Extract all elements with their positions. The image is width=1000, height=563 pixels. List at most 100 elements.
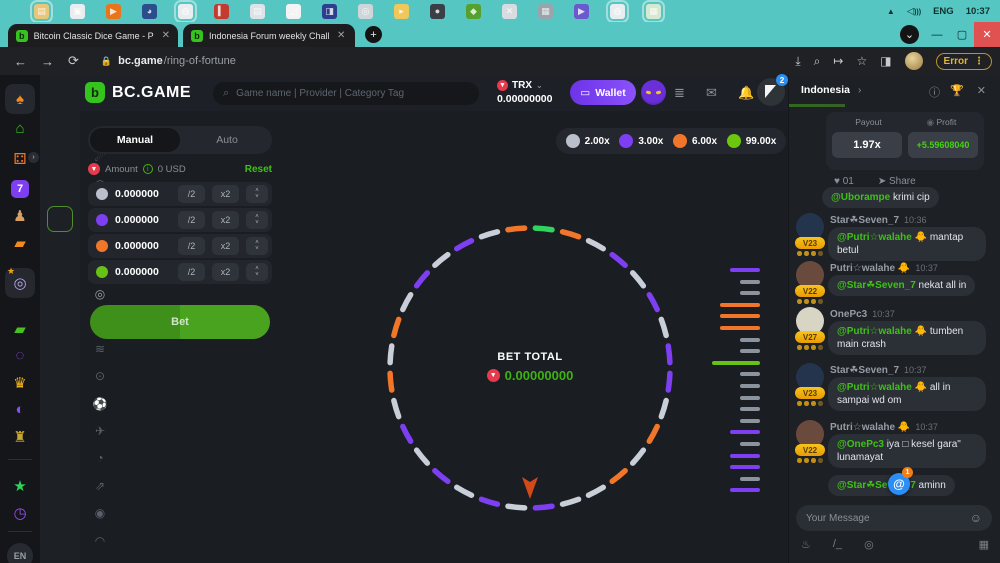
zoom-icon[interactable]: ⌕ [814,54,821,69]
chat-message-bubble[interactable]: @Star☘Seven_7 nekat all in [828,275,975,296]
mention-link[interactable]: @Star☘Seven_7 [837,280,916,291]
side-panel-icon[interactable]: ◨ [880,54,891,68]
timer-game-icon[interactable]: ◔ [80,451,120,465]
chat-info-icon[interactable]: ⓘ [929,84,940,100]
mail-icon[interactable]: ✉ [706,85,717,101]
browser-tab-1[interactable]: b Bitcoin Classic Dice Game - Play | ✕ [8,24,178,47]
user-avatar[interactable] [641,80,666,105]
game-search-input[interactable]: ⌕ Game name | Provider | Category Tag [213,82,479,105]
wallet-button[interactable]: ▭ Wallet [570,80,636,105]
tab-auto[interactable]: Auto [182,126,272,154]
coin-flip-icon[interactable]: ◎ [864,538,874,551]
double-bet-button[interactable]: x2 [212,211,239,229]
url-field[interactable]: 🔒 bc.game/ring-of-fortune [101,55,236,67]
tab-search-chevron-button[interactable]: ⌄ [900,25,919,44]
multiplier-chip-2.00x[interactable]: 2.00x [566,134,610,148]
paint-app-icon[interactable]: ◿ [286,4,301,19]
chat-close-icon[interactable]: ✕ [977,84,986,97]
amount-stepper[interactable]: ˄˅ [246,263,268,281]
amount-stepper[interactable]: ˄˅ [246,211,268,229]
tab-manual[interactable]: Manual [90,128,180,152]
half-bet-button[interactable]: /2 [178,211,205,229]
taskbar-clock[interactable]: 10:37 [966,6,990,17]
taskbar-language[interactable]: ENG [933,6,954,17]
chat-username[interactable]: Star☘Seven_710:36 [830,215,927,226]
utility-app-icon[interactable]: ▦ [538,4,553,19]
chat-message-bubble[interactable]: @Putri☆walahe 🐥 tumben main crash [828,321,986,355]
tip-icon[interactable]: ♨ [801,538,811,551]
double-bet-button[interactable]: x2 [212,185,239,203]
coins-game-icon[interactable]: ≋ [80,342,120,356]
chat-username[interactable]: Putri☆walahe 🐥10:37 [830,422,938,433]
mention-link[interactable]: @Putri☆walahe 🐥 [837,326,927,337]
mention-link[interactable]: @Putri☆walahe 🐥 [837,382,927,393]
chat-message-bubble[interactable]: @Putri☆walahe 🐥 mantap betul [828,227,986,261]
mention-link[interactable]: @Putri☆walahe 🐥 [837,232,927,243]
balance-display[interactable]: ▼ TRX ⌄ 0.00000000 [497,80,567,105]
shared-bet-card[interactable]: Payout ◉ Profit 1.97x +5.59608040 [826,112,984,170]
chevron-right-icon[interactable]: › [858,85,861,96]
ring-of-fortune-icon[interactable]: ◎★ [5,268,35,298]
casino-logo-icon[interactable]: ♠ [5,84,35,114]
bonus-star-icon[interactable]: ★ [0,477,40,495]
bet-button[interactable]: Bet [90,305,270,339]
gif-keyboard-icon[interactable]: ▦ [979,538,989,551]
emoji-icon[interactable]: ☺ [970,511,982,525]
info-icon[interactable]: i [143,164,153,174]
eye-game-icon[interactable]: ◉ [80,506,120,520]
photo-viewer-icon[interactable]: ▣ [70,4,85,19]
forward-icon[interactable]: → [41,54,54,69]
multiplier-chip-99.00x[interactable]: 99.00x [727,134,777,148]
game-duo-icon[interactable]: ◐ [0,401,40,418]
excel-icon[interactable]: ▦ [646,4,661,19]
chat-region-tab[interactable]: Indonesia [801,84,850,96]
media-classic-icon[interactable]: ▶ [574,4,589,19]
penguin-app-icon[interactable]: ● [430,4,445,19]
chat-username[interactable]: Star☘Seven_710:37 [830,365,927,376]
bonus-ring-icon[interactable]: ◌ [0,347,40,364]
bet-amount-value[interactable]: 0.000000 [115,266,171,278]
maximize-button[interactable]: ▢ [949,22,975,47]
media-player-icon[interactable]: ▶ [106,4,121,19]
search-tool-icon[interactable]: ◎ [358,4,373,19]
tournament-icon[interactable]: ♜ [0,428,40,446]
volume-icon[interactable]: ◁))) [907,6,921,17]
slots-icon[interactable]: 7 [11,180,29,198]
bell-icon[interactable]: 🔔 [738,85,754,101]
multiplier-chip-3.00x[interactable]: 3.00x [619,134,663,148]
double-bet-button[interactable]: x2 [212,263,239,281]
photo-editor-icon[interactable]: ◨ [322,4,337,19]
browser-tab-2[interactable]: b Indonesia Forum weekly Challeng ✕ [183,24,355,47]
chrome-icon[interactable]: ◍ [178,4,193,19]
multiplier-chip-6.00x[interactable]: 6.00x [673,134,717,148]
bookmark-star-icon[interactable]: ☆ [856,54,867,68]
tab-close-icon[interactable]: ✕ [337,30,345,41]
amount-stepper[interactable]: ˄˅ [246,237,268,255]
chat-message-bubble[interactable]: @OnePc3 iya □ kesel gara" lunamayat [828,434,986,468]
half-bet-button[interactable]: /2 [178,185,205,203]
reload-icon[interactable]: ⟳ [68,53,79,69]
wheel-game-icon[interactable]: ⊙ [80,369,120,383]
error-badge[interactable]: Error⋮ [936,53,992,70]
bcgame-logo[interactable]: b BC.GAME [85,82,191,103]
clipboard-icon[interactable]: ▤ [250,4,265,19]
minimize-button[interactable]: — [924,22,950,47]
browser-profile-avatar[interactable] [905,52,923,70]
folder-icon[interactable]: ▸ [394,4,409,19]
bet-amount-value[interactable]: 0.000000 [115,240,171,252]
chrome-active-icon[interactable]: ◍ [610,4,625,19]
bet-amount-value[interactable]: 0.000000 [115,214,171,226]
dictionary-icon[interactable]: ▍ [214,4,229,19]
install-icon[interactable]: ⤓ [795,54,800,69]
vip-crown-icon[interactable]: ♛ [0,374,40,392]
plane-game-icon[interactable]: ✈ [80,424,120,438]
chat-username[interactable]: Putri☆walahe 🐥10:37 [830,263,938,274]
mention-link[interactable]: @OnePc3 [837,439,884,450]
back-icon[interactable]: ← [14,54,27,69]
chat-message-bubble[interactable]: @Uborampe krimi cip [822,187,939,208]
file-explorer-icon[interactable]: ▤ [34,4,49,19]
chat-message-bubble[interactable]: @Putri☆walahe 🐥 all in sampai wd om [828,377,986,411]
rocket-game-icon[interactable]: ⇗ [80,479,120,493]
language-en-button[interactable]: EN [7,543,33,563]
dragon-app-icon[interactable]: ◆ [466,4,481,19]
